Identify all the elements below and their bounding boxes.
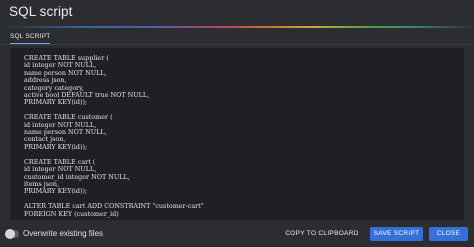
dialog-title-bar: SQL script	[0, 0, 474, 26]
tab-bar: SQL SCRIPT	[0, 28, 474, 45]
copy-to-clipboard-button[interactable]: COPY TO CLIPBOARD	[283, 227, 361, 241]
close-button[interactable]: CLOSE	[429, 227, 468, 241]
overwrite-toggle[interactable]	[5, 229, 19, 239]
sql-script-dialog: SQL script SQL SCRIPT CREATE TABLE suppl…	[0, 0, 474, 247]
dialog-title: SQL script	[9, 4, 73, 19]
sql-code-viewer[interactable]: CREATE TABLE supplier ( id integer NOT N…	[10, 48, 464, 220]
save-script-button[interactable]: SAVE SCRIPT	[370, 227, 423, 241]
dialog-footer: Overwrite existing files COPY TO CLIPBOA…	[0, 223, 474, 247]
tab-sql-script[interactable]: SQL SCRIPT	[10, 33, 51, 44]
toggle-knob	[5, 229, 15, 239]
overwrite-toggle-label: Overwrite existing files	[23, 229, 104, 238]
sql-code-text[interactable]: CREATE TABLE supplier ( id integer NOT N…	[24, 54, 204, 218]
